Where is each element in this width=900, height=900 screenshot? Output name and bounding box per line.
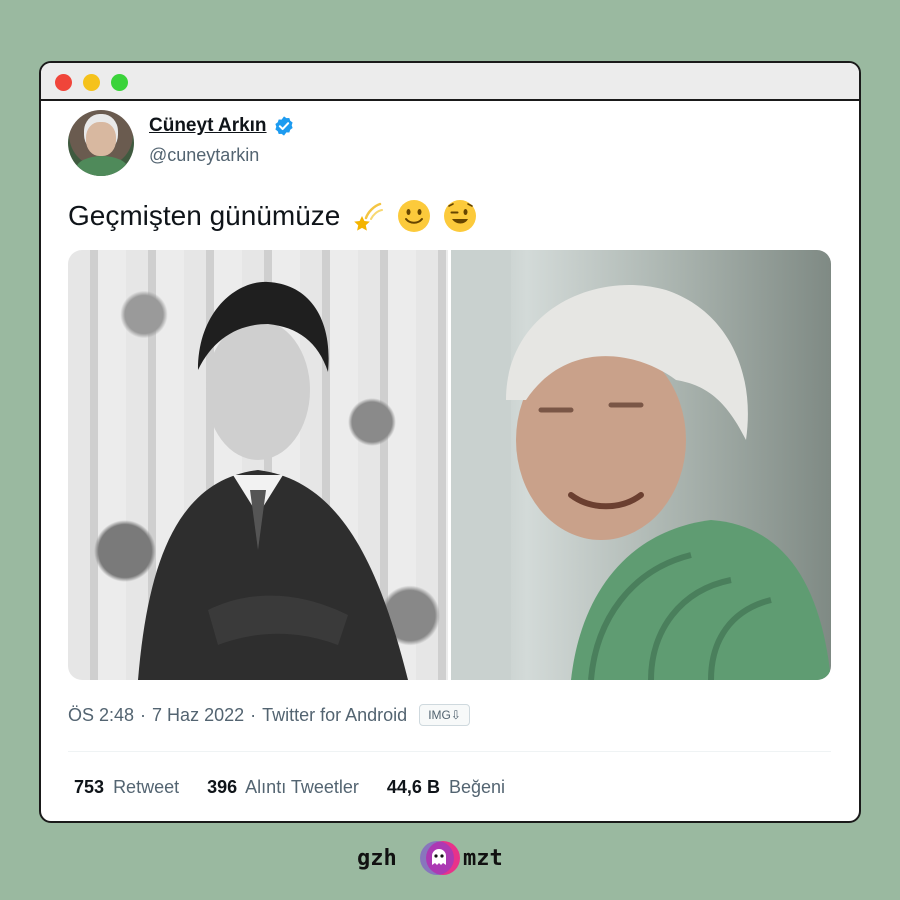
retweets-count: 753 (74, 777, 105, 797)
gzhamzt-logo-icon: gzh mzt (357, 841, 503, 875)
past-portrait-illustration (138, 281, 408, 680)
tweet-source[interactable]: Twitter for Android (262, 705, 407, 726)
tweet-meta: ÖS 2:48 · 7 Haz 2022 · Twitter for Andro… (68, 704, 470, 726)
tweet-text: Geçmişten günümüze (68, 200, 341, 231)
media-photo-past[interactable] (68, 250, 448, 680)
author-name-row: Cüneyt Arkın (149, 115, 295, 137)
media-photo-present[interactable] (451, 250, 831, 680)
svg-text:gzh: gzh (357, 846, 397, 871)
retweets-label: Retweet (113, 777, 180, 797)
retweets-stat[interactable]: 753 Retweet (74, 777, 179, 798)
avatar-head-shape (86, 122, 116, 156)
tweet-stats: 753 Retweet 396 Alıntı Tweetler 44,6 B B… (74, 777, 533, 798)
slightly-smiling-face-icon (398, 200, 431, 232)
avatar[interactable] (68, 110, 134, 176)
svg-text:mzt: mzt (463, 846, 503, 871)
author-handle[interactable]: @cuneytarkin (149, 145, 259, 166)
present-portrait-illustration (451, 250, 831, 680)
tweet-window: Cüneyt Arkın @cuneytarkin Geçmişten günü… (39, 61, 861, 823)
meta-separator: · (250, 704, 257, 725)
winking-face-icon (444, 200, 477, 232)
likes-label: Beğeni (448, 777, 506, 797)
author-display-name[interactable]: Cüneyt Arkın (149, 115, 267, 137)
tweet-media[interactable] (68, 250, 831, 680)
quotes-label: Alıntı Tweetler (245, 777, 359, 797)
dizzy-star-icon (354, 202, 384, 231)
divider (68, 751, 831, 752)
window-titlebar (41, 63, 859, 101)
avatar-body-shape (76, 156, 128, 176)
tweet-text-row: Geçmişten günümüze (68, 198, 478, 234)
brand-logo: gzh mzt (0, 838, 900, 878)
tweet-date[interactable]: 7 Haz 2022 (152, 705, 244, 726)
minimize-window-button[interactable] (83, 74, 100, 91)
likes-stat[interactable]: 44,6 B Beğeni (387, 777, 505, 798)
close-window-button[interactable] (55, 74, 72, 91)
img-download-badge[interactable]: IMG⇩ (419, 704, 470, 726)
verified-badge-icon (274, 116, 293, 136)
quotes-stat[interactable]: 396 Alıntı Tweetler (207, 777, 359, 798)
tweet-time[interactable]: ÖS 2:48 (68, 705, 134, 726)
quotes-count: 396 (207, 777, 238, 797)
meta-separator: · (140, 704, 147, 725)
likes-count: 44,6 B (386, 777, 440, 797)
maximize-window-button[interactable] (111, 74, 128, 91)
